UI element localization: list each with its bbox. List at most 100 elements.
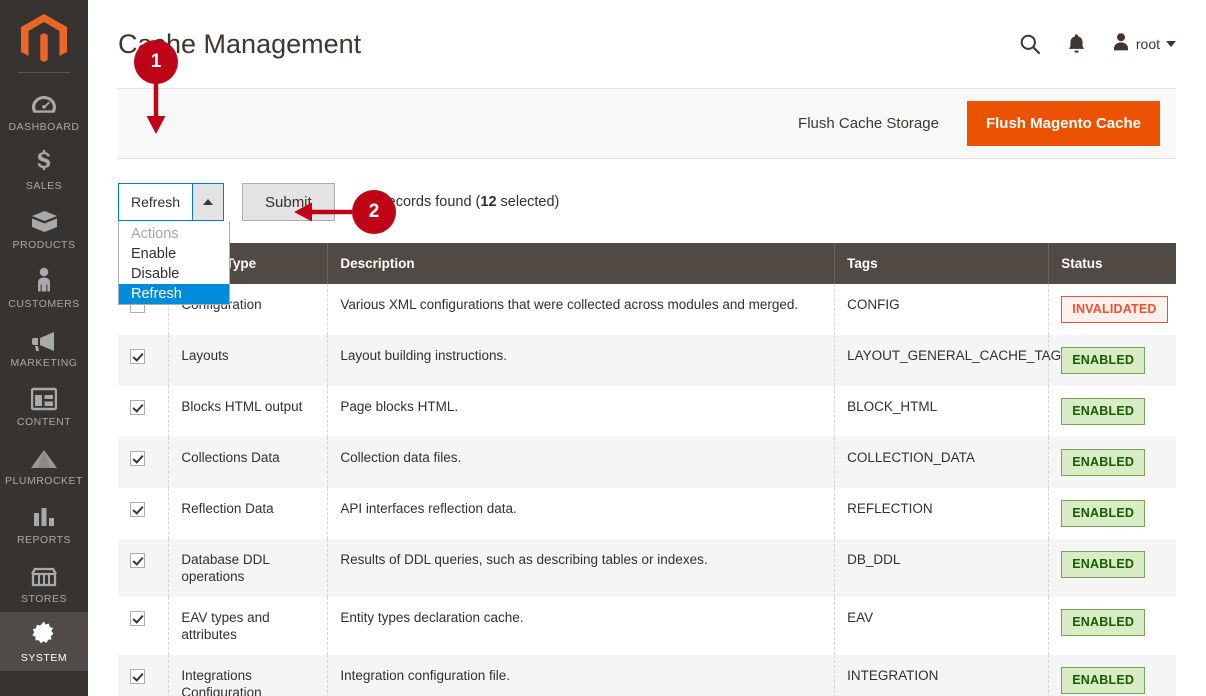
store-icon	[30, 562, 58, 588]
cell-status: ENABLED	[1049, 539, 1176, 597]
sidebar-item-label: DASHBOARD	[8, 121, 80, 133]
gear-icon	[30, 621, 58, 647]
cache-grid-head: Cache Type Description Tags Status	[118, 243, 1176, 284]
cell-description: Results of DDL queries, such as describi…	[327, 539, 836, 597]
cell-description: Integration configuration file.	[327, 655, 836, 696]
sidebar-item-label: SALES	[25, 180, 63, 192]
row-checkbox[interactable]	[130, 399, 145, 415]
cell-cache-type: EAV types and attributes	[168, 597, 329, 655]
cell-status: ENABLED	[1049, 488, 1176, 539]
cell-description: Collection data files.	[327, 437, 836, 488]
row-checkbox[interactable]	[130, 610, 145, 626]
table-header-row: Cache Type Description Tags Status	[118, 243, 1176, 284]
user-avatar-icon	[1112, 32, 1130, 57]
cache-grid: Cache Type Description Tags Status Confi…	[118, 243, 1176, 696]
cell-tags: INTEGRATION	[834, 655, 1050, 696]
row-checkbox[interactable]	[130, 501, 145, 517]
sidebar-item-label: CUSTOMERS	[8, 298, 80, 310]
sidebar-item-label: MARKETING	[10, 357, 78, 369]
sidebar-item-plumrocket[interactable]: PLUMROCKET	[0, 435, 88, 494]
page-header: Cache Management root	[88, 0, 1206, 88]
submit-button[interactable]: Submit	[242, 183, 335, 221]
row-checkbox[interactable]	[130, 348, 145, 364]
cell-status: ENABLED	[1049, 437, 1176, 488]
cell-status: INVALIDATED	[1049, 284, 1176, 335]
cell-description: API interfaces reflection data.	[327, 488, 836, 539]
sidebar-item-content[interactable]: CONTENT	[0, 376, 88, 435]
column-header-description[interactable]: Description	[327, 243, 836, 284]
dropdown-option-enable[interactable]: Enable	[119, 244, 229, 264]
bar-chart-icon	[31, 503, 57, 529]
row-select-cell	[118, 335, 170, 386]
sidebar-item-system[interactable]: SYSTEM	[0, 612, 88, 671]
header-actions: root	[1019, 32, 1176, 57]
table-row: Reflection Data API interfaces reflection…	[118, 488, 1176, 539]
sidebar-item-sales[interactable]: SALES	[0, 140, 88, 199]
box-icon	[31, 208, 58, 234]
cell-tags: CONFIG	[834, 284, 1050, 335]
magento-logo[interactable]	[0, 6, 88, 72]
sidebar-item-stores[interactable]: STORES	[0, 553, 88, 612]
sidebar-item-label: PRODUCTS	[12, 239, 76, 251]
records-prefix: 12 records found (	[362, 194, 481, 210]
status-badge: ENABLED	[1061, 551, 1146, 578]
row-checkbox[interactable]	[130, 668, 145, 684]
table-row: Collections Data Collection data files. CO…	[118, 437, 1176, 488]
table-row: EAV types and attributes Entity types dec…	[118, 597, 1176, 655]
sidebar-item-marketing[interactable]: MARKETING	[0, 317, 88, 376]
user-menu[interactable]: root	[1112, 32, 1176, 57]
sidebar-divider	[18, 72, 70, 73]
column-header-status[interactable]: Status	[1048, 243, 1176, 284]
row-select-cell	[118, 488, 170, 539]
row-checkbox[interactable]	[130, 450, 145, 466]
cache-grid-wrapper: Cache Type Description Tags Status Confi…	[118, 243, 1176, 696]
magento-logo-icon	[21, 14, 67, 62]
user-name: root	[1135, 36, 1160, 52]
table-row: Layouts Layout building instructions. LAYO…	[118, 335, 1176, 386]
cell-description: Page blocks HTML.	[327, 386, 836, 437]
records-found-label: 12 records found (12 selected)	[363, 194, 560, 210]
dropdown-option-refresh[interactable]: Refresh	[119, 284, 229, 304]
dropdown-option-disable[interactable]: Disable	[119, 264, 229, 284]
sidebar-item-dashboard[interactable]: DASHBOARD	[0, 81, 88, 140]
cell-cache-type: Blocks HTML output	[168, 386, 329, 437]
cell-tags: COLLECTION_DATA	[834, 437, 1050, 488]
cell-tags: BLOCK_HTML	[834, 386, 1050, 437]
table-row: Blocks HTML output Page blocks HTML. BLOCK…	[118, 386, 1176, 437]
sidebar-item-products[interactable]: PRODUCTS	[0, 199, 88, 258]
cell-tags: EAV	[834, 597, 1050, 655]
sidebar-item-label: PLUMROCKET	[5, 475, 83, 487]
dashboard-icon	[31, 90, 57, 116]
person-icon	[34, 267, 54, 293]
flush-cache-storage-button[interactable]: Flush Cache Storage	[794, 107, 943, 140]
mass-action-select[interactable]: Refresh Actions Enable Disable Refresh	[118, 183, 230, 305]
status-badge: ENABLED	[1061, 347, 1146, 374]
status-badge: ENABLED	[1061, 449, 1146, 476]
cell-status: ENABLED	[1049, 335, 1176, 386]
cell-status: ENABLED	[1049, 386, 1176, 437]
mass-action-select-value[interactable]: Refresh	[118, 183, 192, 221]
cell-cache-type: Layouts	[168, 335, 329, 386]
mass-action-select-toggle[interactable]	[192, 183, 224, 221]
table-row: Database DDL operations Results of DDL qu…	[118, 539, 1176, 597]
cell-cache-type: Integrations Configuration	[168, 655, 329, 696]
megaphone-icon	[30, 326, 58, 352]
row-select-cell	[118, 655, 170, 696]
cache-grid-body: ConfigurationVarious XML configurations …	[118, 284, 1176, 696]
table-row: ConfigurationVarious XML configurations …	[118, 284, 1176, 335]
rocket-icon	[29, 444, 59, 470]
mass-action-dropdown-menu: Actions Enable Disable Refresh	[118, 221, 230, 305]
table-row: Integrations Configuration Integration co…	[118, 655, 1176, 696]
row-select-cell	[118, 539, 170, 597]
search-icon[interactable]	[1019, 33, 1041, 55]
row-checkbox[interactable]	[130, 552, 145, 568]
flush-magento-cache-button[interactable]: Flush Magento Cache	[966, 101, 1160, 146]
column-header-tags[interactable]: Tags	[834, 243, 1050, 284]
bell-icon[interactable]	[1067, 33, 1086, 55]
cell-cache-type: Database DDL operations	[168, 539, 329, 597]
sidebar-item-customers[interactable]: CUSTOMERS	[0, 258, 88, 317]
dollar-icon	[31, 149, 57, 175]
mass-action-toolbar: Refresh Actions Enable Disable Refresh S…	[118, 183, 1176, 305]
sidebar-item-reports[interactable]: REPORTS	[0, 494, 88, 553]
status-badge: ENABLED	[1061, 609, 1146, 636]
